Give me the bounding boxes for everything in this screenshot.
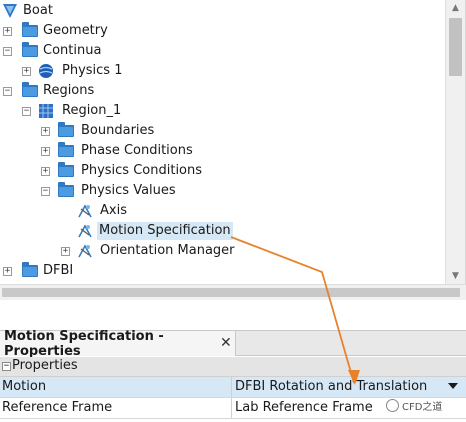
tree-item-label: Region_1 (62, 103, 122, 118)
watermark-logo-icon (386, 399, 399, 412)
expand-toggle[interactable]: + (41, 167, 50, 176)
folder-icon (22, 262, 38, 277)
folder-icon (58, 122, 74, 137)
tree-item-label: Phase Conditions (81, 143, 193, 158)
expand-toggle[interactable]: + (3, 267, 12, 276)
tree-item-label: Regions (43, 83, 95, 98)
scroll-up-icon[interactable]: ▲ (446, 0, 465, 16)
simulation-tree: Boat + Geometry − Continua + Physics 1 −… (0, 0, 466, 284)
expand-toggle[interactable]: + (3, 27, 12, 36)
tree-item-label: Boundaries (81, 123, 155, 138)
property-name: Reference Frame (2, 400, 113, 415)
tree-item-label: Motion Specification (97, 222, 233, 240)
scroll-down-icon[interactable]: ▼ (446, 268, 465, 284)
tree-vertical-scrollbar[interactable]: ▲ ▼ (445, 0, 465, 284)
physics-value-icon (78, 204, 92, 218)
tree-item-label: DFBI (43, 263, 74, 278)
close-icon[interactable]: ✕ (220, 335, 232, 351)
physics-value-icon (78, 224, 92, 238)
tree-item-label: Physics 1 (62, 63, 123, 78)
tree-item-label: Geometry (43, 23, 108, 38)
folder-icon (58, 142, 74, 157)
tree-item-label: Physics Values (81, 183, 176, 198)
tab-properties[interactable]: Motion Specification - Properties ✕ (0, 328, 236, 359)
tab-title: Motion Specification - Properties (4, 328, 164, 359)
section-label: Properties (12, 358, 78, 373)
physics-value-icon (78, 244, 92, 258)
watermark: CFD之道 (386, 398, 442, 413)
folder-icon (58, 162, 74, 177)
region-icon (39, 104, 53, 118)
collapse-toggle[interactable]: − (41, 187, 50, 196)
watermark-text: CFD之道 (402, 402, 443, 413)
scrollbar-thumb[interactable] (2, 288, 460, 297)
folder-icon (22, 42, 38, 57)
properties-section-header[interactable]: − Properties (0, 357, 466, 377)
tree-item-label: Orientation Manager (100, 243, 235, 258)
properties-tab-bar: Motion Specification - Properties ✕ (0, 328, 466, 359)
tree-item-label: Axis (100, 203, 127, 218)
folder-icon (22, 82, 38, 97)
chevron-down-icon[interactable] (448, 383, 458, 389)
expand-toggle[interactable]: + (41, 127, 50, 136)
folder-icon (58, 182, 74, 197)
expand-toggle[interactable]: + (22, 67, 31, 76)
expand-toggle[interactable]: + (41, 147, 50, 156)
physics-continuum-icon (39, 64, 53, 78)
property-row-motion[interactable]: Motion DFBI Rotation and Translation (0, 377, 466, 398)
property-name: Motion (2, 379, 47, 394)
tree-item-label: Physics Conditions (81, 163, 203, 178)
scrollbar-thumb[interactable] (449, 18, 462, 76)
collapse-toggle[interactable]: − (3, 47, 12, 56)
motion-select[interactable]: DFBI Rotation and Translation (231, 377, 466, 397)
property-value: Lab Reference Frame (235, 400, 373, 415)
folder-icon (22, 22, 38, 37)
sim-root-icon (3, 4, 17, 18)
panel-gap (0, 300, 466, 330)
collapse-toggle[interactable]: − (22, 107, 31, 116)
tree-item-label: Boat (23, 3, 53, 18)
expand-toggle[interactable]: + (61, 247, 70, 256)
collapse-toggle[interactable]: − (3, 87, 12, 96)
property-value: DFBI Rotation and Translation (235, 379, 428, 394)
tree-horizontal-scrollbar[interactable] (0, 284, 466, 300)
collapse-toggle[interactable]: − (2, 362, 11, 371)
tree-item-label: Continua (43, 43, 102, 58)
